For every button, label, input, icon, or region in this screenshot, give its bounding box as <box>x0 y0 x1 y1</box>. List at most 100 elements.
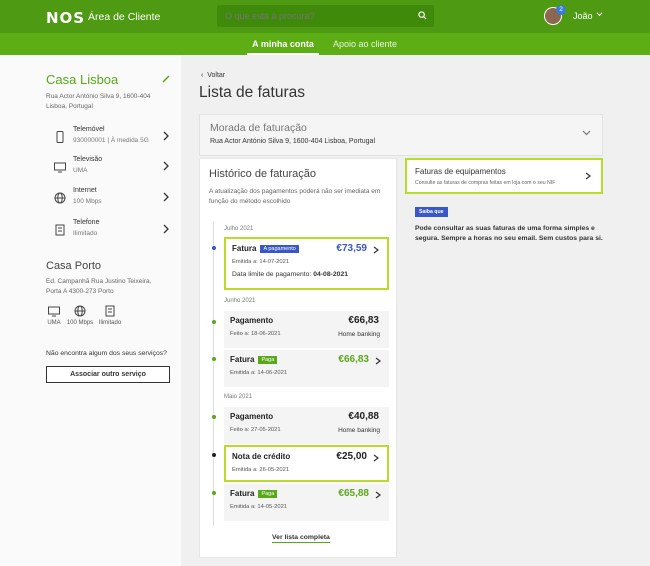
billing-address-label: Morada de faturação <box>210 122 307 134</box>
timeline-dot <box>212 491 216 495</box>
history-note: A atualização dos pagamentos poderá não … <box>209 188 381 205</box>
promo-text: Pode consultar as suas faturas de uma fo… <box>415 225 603 242</box>
service-desc: UMA <box>73 167 88 174</box>
info-pill: Saiba que <box>415 207 448 217</box>
timeline-dot <box>212 320 216 324</box>
chevron-right-icon <box>375 491 381 499</box>
invoice-item[interactable]: Fatura Paga €66,83 Emitida a: 14-06-2021 <box>224 350 389 387</box>
search-box[interactable] <box>217 5 434 27</box>
home-address-porto: Ed. Campanhã Rua Justino Teixeira, Porta… <box>46 278 152 295</box>
app-title: Área de Cliente <box>88 11 161 23</box>
item-date: Feito a: 18-06-2021 <box>230 331 281 337</box>
home-address-lisboa: Rua Actor António Silva 9, 1600-404 Lisb… <box>46 93 151 110</box>
item-title: Fatura Paga <box>230 489 278 498</box>
service-desc: 100 Mbps <box>73 198 102 205</box>
timeline-dot <box>212 357 216 361</box>
billing-history-card: Histórico de faturação A atualização dos… <box>199 158 397 558</box>
porto-service-phone[interactable]: Ilimitado <box>96 305 124 326</box>
chevron-right-icon <box>373 246 379 254</box>
porto-service-tv[interactable]: UMA <box>40 305 68 326</box>
billing-address-card[interactable]: Morada de faturação Rua Actor António Si… <box>199 114 603 156</box>
tv-icon <box>54 162 66 173</box>
status-badge: Paga <box>258 356 278 364</box>
service-desc: Ilimitado <box>73 230 98 237</box>
equipment-title: Faturas de equipamentos <box>415 167 506 176</box>
chevron-right-icon <box>163 161 169 171</box>
timeline-dot <box>212 453 216 457</box>
main-nav: A minha conta Apoio ao cliente <box>0 33 650 55</box>
item-amount: €66,83 <box>348 315 379 326</box>
mobile-phone-icon <box>56 131 64 143</box>
item-amount: €65,88 <box>338 488 369 499</box>
history-title: Histórico de faturação <box>209 168 316 180</box>
home-title-lisboa: Casa Lisboa <box>46 72 119 87</box>
status-badge: A pagamento <box>260 245 299 253</box>
service-desc: 930000001 | À medida 5G <box>73 137 149 144</box>
item-title: Nota de crédito <box>232 452 291 461</box>
item-amount: €66,83 <box>338 354 369 365</box>
item-date: Feito a: 27-05-2021 <box>230 427 281 433</box>
item-date: Emitida a: 14-07-2021 <box>232 259 290 265</box>
service-name: Internet <box>73 187 97 194</box>
service-internet[interactable]: Internet 100 Mbps <box>46 186 170 214</box>
sidebar: Casa Lisboa Rua Actor António Silva 9, 1… <box>0 55 181 566</box>
edit-pencil-icon[interactable] <box>162 75 170 83</box>
item-date: Emitida a: 26-05-2021 <box>232 467 290 473</box>
missing-service-text: Não encontra algum dos seus serviços? <box>46 350 167 357</box>
page-title: Lista de faturas <box>199 84 305 101</box>
equipment-subtitle: Consulte as faturas de compras feitas em… <box>415 180 556 186</box>
month-label: Maio 2021 <box>224 394 253 400</box>
chevron-down-icon <box>582 130 591 136</box>
item-amount: €73,59 <box>336 243 367 254</box>
equipment-invoices-card[interactable]: Faturas de equipamentos Consulte as fatu… <box>405 158 603 194</box>
billing-address-value: Rua Actor António Silva 9, 1600-404 Lisb… <box>210 138 375 145</box>
payment-method: Home banking <box>338 331 380 338</box>
due-date: Data limite de pagamento: 04-08-2021 <box>232 271 349 278</box>
chevron-right-icon <box>163 224 169 234</box>
tab-my-account[interactable]: A minha conta <box>247 33 319 55</box>
invoice-item[interactable]: Fatura Paga €65,88 Emitida a: 14-05-2021 <box>224 484 389 521</box>
item-title: Fatura A pagamento <box>232 244 299 253</box>
search-input[interactable] <box>225 5 415 27</box>
landline-phone-icon <box>105 305 115 317</box>
home-title-porto: Casa Porto <box>46 260 102 272</box>
top-bar: NOS Área de Cliente 2 João <box>0 0 650 33</box>
month-label: Junho 2021 <box>224 298 256 304</box>
chevron-right-icon <box>585 172 591 180</box>
search-icon[interactable] <box>418 11 427 20</box>
item-title: Fatura Paga <box>230 355 278 364</box>
timeline-dot <box>212 415 216 419</box>
notification-badge: 2 <box>556 5 566 15</box>
month-label: Julho 2021 <box>224 226 254 232</box>
see-full-list-link[interactable]: Ver lista completa <box>272 534 330 543</box>
invoice-item[interactable]: Fatura A pagamento €73,59 Emitida a: 14-0… <box>224 237 389 290</box>
payment-item: Pagamento €66,83 Feito a: 18-06-2021 Hom… <box>224 311 389 348</box>
payment-item: Pagamento €40,88 Feito a: 27-05-2021 Hom… <box>224 407 389 444</box>
status-badge: Paga <box>258 490 278 498</box>
credit-note-item[interactable]: Nota de crédito €25,00 Emitida a: 26-05-… <box>224 445 389 482</box>
chevron-down-icon[interactable] <box>596 11 603 18</box>
back-link[interactable]: ‹ Voltar <box>201 72 225 79</box>
globe-icon <box>54 192 66 204</box>
globe-icon <box>74 305 86 317</box>
nos-logo[interactable]: NOS <box>46 9 85 27</box>
service-name: Televisão <box>73 156 103 163</box>
tv-icon <box>48 306 60 317</box>
item-title: Pagamento <box>230 316 274 325</box>
service-label: UMA <box>47 320 61 326</box>
timeline-line <box>213 221 214 526</box>
item-title: Pagamento <box>230 412 274 421</box>
porto-service-internet[interactable]: 100 Mbps <box>66 305 94 326</box>
tab-customer-support[interactable]: Apoio ao cliente <box>327 33 403 55</box>
back-label: Voltar <box>207 72 226 79</box>
service-label: 100 Mbps <box>66 320 94 326</box>
service-mobile[interactable]: Telemóvel 930000001 | À medida 5G <box>46 125 170 153</box>
user-name[interactable]: João <box>573 11 593 21</box>
timeline-dot <box>212 246 216 250</box>
service-phone[interactable]: Telefone Ilimitado <box>46 218 170 246</box>
service-name: Telemóvel <box>73 126 105 133</box>
chevron-right-icon <box>163 192 169 202</box>
item-date: Emitida a: 14-06-2021 <box>230 370 288 376</box>
associate-service-button[interactable]: Associar outro serviço <box>46 366 170 383</box>
service-tv[interactable]: Televisão UMA <box>46 155 170 183</box>
